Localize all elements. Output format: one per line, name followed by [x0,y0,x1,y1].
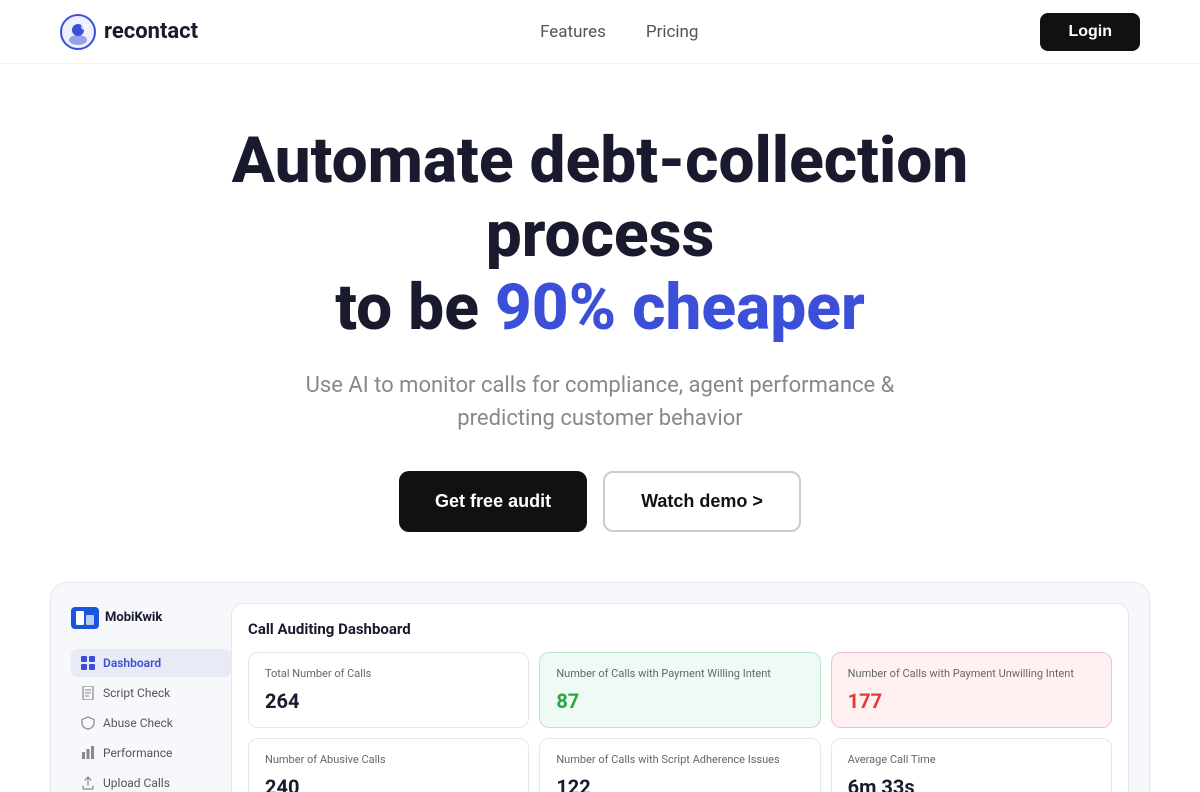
nav: Features Pricing [540,22,698,42]
stat-unwilling-intent: Number of Calls with Payment Unwilling I… [831,652,1112,728]
sidebar-label-abuse-check: Abuse Check [103,716,173,730]
sidebar-label-dashboard: Dashboard [103,656,161,670]
logo-text: recontact [104,19,198,44]
file-icon [81,686,95,700]
sidebar-brand-name: MobiKwik [105,610,162,625]
stat-avg-call-time: Average Call Time 6m 33s [831,738,1112,792]
stat-label-total-calls: Total Number of Calls [265,667,512,681]
hero-buttons: Get free audit Watch demo > [399,471,801,532]
upload-icon [81,776,95,790]
stat-abusive-calls: Number of Abusive Calls 240 [248,738,529,792]
sidebar-item-script-check[interactable]: Script Check [71,679,231,707]
sidebar-item-dashboard[interactable]: Dashboard [71,649,231,677]
header: recontact Features Pricing Login [0,0,1200,64]
stat-value-abusive: 240 [265,775,512,791]
dashboard-sidebar: MobiKwik Dashboard Script Check Abuse Ch… [71,603,231,792]
dashboard-main: Call Auditing Dashboard Total Number of … [231,603,1129,792]
watch-demo-button[interactable]: Watch demo > [603,471,801,532]
sidebar-logo: MobiKwik [71,603,231,633]
stat-label-willing: Number of Calls with Payment Willing Int… [556,667,803,681]
sidebar-logo-box [71,607,99,629]
stat-label-unwilling: Number of Calls with Payment Unwilling I… [848,667,1095,681]
stat-value-unwilling: 177 [848,689,1095,713]
stat-label-avg-time: Average Call Time [848,753,1095,767]
nav-pricing[interactable]: Pricing [646,22,699,42]
stat-script-adherence: Number of Calls with Script Adherence Is… [539,738,820,792]
stat-value-script-adherence: 122 [556,775,803,791]
stat-willing-intent: Number of Calls with Payment Willing Int… [539,652,820,728]
stats-row-2: Number of Abusive Calls 240 Number of Ca… [248,738,1112,792]
hero-section: Automate debt-collection process to be 9… [0,64,1200,562]
stat-total-calls: Total Number of Calls 264 [248,652,529,728]
sidebar-item-upload-calls[interactable]: Upload Calls [71,769,231,792]
sidebar-item-performance[interactable]: Performance [71,739,231,767]
hero-title-part2: to be [335,270,495,345]
sidebar-label-performance: Performance [103,746,172,760]
nav-features[interactable]: Features [540,22,606,42]
shield-icon [81,716,95,730]
hero-title: Automate debt-collection process to be 9… [125,124,1075,345]
grid-icon [81,656,95,670]
logo-icon [60,14,96,50]
chart-icon [81,746,95,760]
get-free-audit-button[interactable]: Get free audit [399,471,587,532]
hero-subtitle: Use AI to monitor calls for compliance, … [260,369,940,435]
stat-value-willing: 87 [556,689,803,713]
stat-label-abusive: Number of Abusive Calls [265,753,512,767]
stat-value-avg-time: 6m 33s [848,775,1095,791]
stat-label-script-adherence: Number of Calls with Script Adherence Is… [556,753,803,767]
stats-row-1: Total Number of Calls 264 Number of Call… [248,652,1112,728]
stat-value-total-calls: 264 [265,689,512,713]
login-button[interactable]: Login [1040,13,1140,51]
sidebar-label-script-check: Script Check [103,686,170,700]
logo: recontact [60,14,198,50]
dashboard-preview: MobiKwik Dashboard Script Check Abuse Ch… [50,582,1150,792]
sidebar-label-upload-calls: Upload Calls [103,776,170,790]
hero-title-part1: Automate debt-collection process [232,123,969,272]
hero-title-accent: 90% cheaper [495,270,865,345]
dashboard-title: Call Auditing Dashboard [248,620,1112,638]
sidebar-item-abuse-check[interactable]: Abuse Check [71,709,231,737]
